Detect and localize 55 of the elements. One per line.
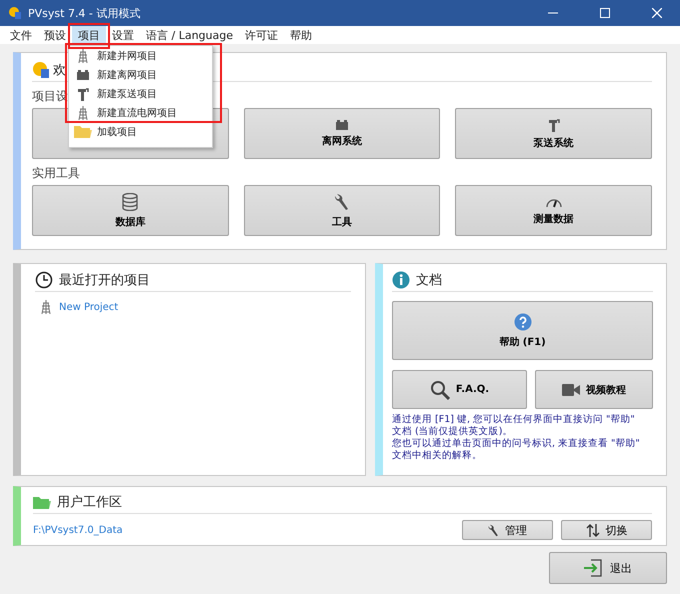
tool-button[interactable]: 工具 xyxy=(244,185,440,236)
system-button[interactable]: 泵送系统 xyxy=(455,108,652,159)
exit-icon xyxy=(584,559,602,577)
menu-item[interactable]: 许可证 xyxy=(239,26,284,44)
menu-item[interactable]: 预设 xyxy=(38,26,72,44)
video-camera-icon xyxy=(562,384,580,396)
exit-button[interactable]: 退出 xyxy=(549,552,667,584)
menu-item[interactable]: 文件 xyxy=(4,26,38,44)
pump-icon xyxy=(77,86,89,100)
battery-icon xyxy=(76,70,90,80)
panel-title: 文档 xyxy=(416,272,442,289)
workspace-button[interactable]: 切换 xyxy=(561,520,652,540)
clock-icon xyxy=(35,271,53,289)
pylon-icon xyxy=(41,300,51,314)
tool-button[interactable]: 测量数据 xyxy=(455,185,652,236)
menu-option[interactable]: 新建离网项目 xyxy=(97,68,157,82)
menu-option[interactable]: 新建直流电网项目 xyxy=(97,106,177,120)
menu-item[interactable]: 设置 xyxy=(106,26,140,44)
pump-icon xyxy=(548,118,560,132)
close-icon[interactable] xyxy=(652,8,662,18)
swap-arrows-icon xyxy=(586,524,600,536)
video-tutorial-button[interactable]: 视频教程 xyxy=(535,370,653,409)
app-logo-icon xyxy=(32,61,50,79)
help-button[interactable]: 帮助 (F1) xyxy=(392,301,653,360)
section-heading: 实用工具 xyxy=(32,165,80,180)
folder-icon xyxy=(33,496,51,508)
wrench-icon xyxy=(334,192,349,210)
workspace-button[interactable]: 管理 xyxy=(462,520,553,540)
recent-project-link[interactable]: New Project xyxy=(59,302,118,312)
panel-title: 用户工作区 xyxy=(57,494,122,511)
search-icon xyxy=(430,380,450,400)
menu-option[interactable]: 加载项目 xyxy=(97,124,137,138)
panel-title: 最近打开的项目 xyxy=(59,272,150,289)
help-note: 您也可以通过单击页面中的问号标识, 来直接查看 "帮助" 文档中相关的解释。 xyxy=(392,438,641,462)
panel-title: 欢 xyxy=(53,62,66,79)
faq-button[interactable]: F.A.Q. xyxy=(392,370,527,409)
menu-item[interactable]: 帮助 xyxy=(284,26,318,44)
workspace-path[interactable]: F:\PVsyst7.0_Data xyxy=(33,524,123,536)
pylon-icon xyxy=(78,106,88,120)
battery-icon xyxy=(334,120,349,130)
info-icon xyxy=(392,271,410,289)
pylon-icon xyxy=(78,48,88,62)
tool-button[interactable]: 数据库 xyxy=(32,185,229,236)
menu-option[interactable]: 新建并网项目 xyxy=(97,48,157,62)
maximize-icon[interactable] xyxy=(600,8,610,18)
app-logo-icon xyxy=(8,6,22,20)
menu-option[interactable]: 新建泵送项目 xyxy=(97,86,157,100)
window-title: PVsyst 7.4 - 试用模式 xyxy=(28,6,142,20)
help-note: 通过使用 [F1] 键, 您可以在任何界面中直接访问 "帮助" 文档 (当前仅提供英文版)。 xyxy=(392,414,636,438)
system-button[interactable]: 离网系统 xyxy=(244,108,440,159)
menu-item[interactable]: 语言 / Language xyxy=(140,26,239,44)
wrench-icon xyxy=(488,524,499,536)
folder-icon xyxy=(74,125,92,138)
database-icon xyxy=(122,192,138,210)
help-icon xyxy=(514,312,532,330)
